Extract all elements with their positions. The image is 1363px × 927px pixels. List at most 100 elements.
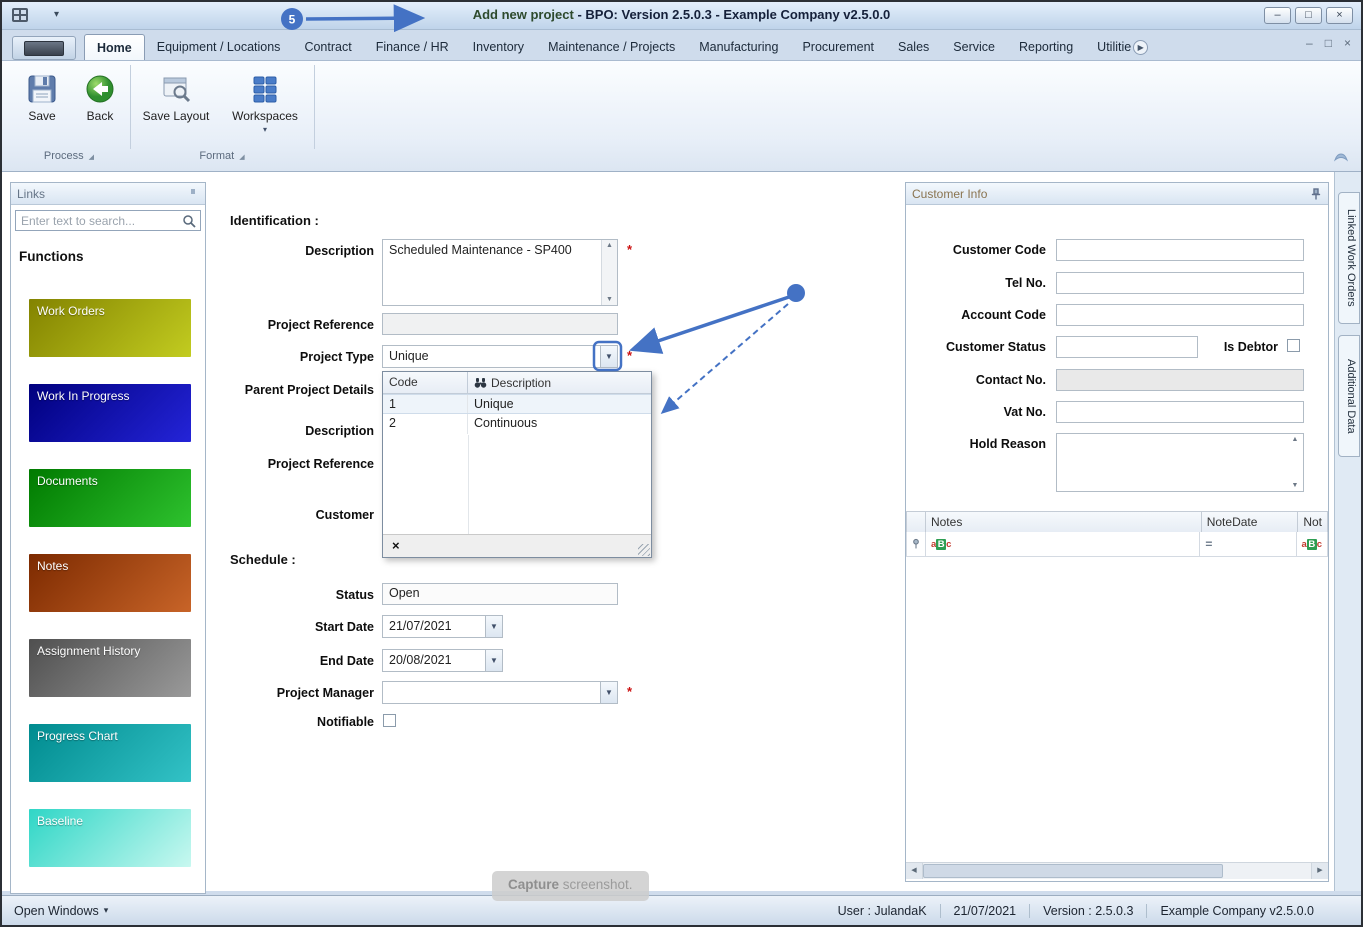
back-button[interactable]: Back [72,67,128,123]
tile-label: Work Orders [37,304,105,318]
tile-work-orders[interactable]: Work Orders [29,299,191,357]
row-description: Unique [474,397,514,411]
scroll-left-icon[interactable]: ◀ [906,863,923,879]
dropdown-close-icon[interactable]: × [392,538,400,553]
contact-no-field[interactable] [1056,369,1304,391]
close-button[interactable]: × [1326,7,1353,24]
save-layout-button[interactable]: Save Layout [142,67,210,123]
start-date-dropdown-button[interactable]: ▼ [485,616,502,637]
grid-col-notedate[interactable]: NoteDate [1201,511,1299,533]
tab-service[interactable]: Service [941,34,1007,60]
back-icon [86,75,114,103]
capture-bold: Capture [508,877,560,892]
filter-notes-cell[interactable]: aBc [926,532,1201,557]
save-button[interactable]: Save [14,67,70,123]
scroll-right-icon[interactable]: ▶ [1311,863,1328,879]
application-button[interactable] [12,36,76,60]
end-date-dropdown-button[interactable]: ▼ [485,650,502,671]
ribbon-close-icon[interactable]: × [1344,36,1351,50]
format-dialog-launcher-icon[interactable]: ◢ [239,154,244,161]
tab-sales[interactable]: Sales [886,34,941,60]
search-input[interactable] [16,213,182,228]
workspaces-button[interactable]: Workspaces ▾ [230,67,300,134]
project-type-dropdown-button[interactable]: ▼ [600,346,617,367]
tab-home[interactable]: Home [84,34,145,60]
contact-no-label: Contact No. [975,373,1046,387]
dropdown-col-description[interactable]: Description [468,372,651,393]
project-reference-field[interactable] [382,313,618,335]
customer-code-field[interactable] [1056,239,1304,261]
equals-filter-icon: = [1205,537,1213,551]
scroll-down-icon[interactable]: ▼ [602,296,617,303]
tab-equipment-locations[interactable]: Equipment / Locations [145,34,293,60]
tab-manufacturing[interactable]: Manufacturing [687,34,790,60]
pin-icon[interactable] [187,188,199,200]
filter-notedate-cell[interactable]: = [1200,532,1297,557]
tel-no-field[interactable] [1056,272,1304,294]
vat-no-field[interactable] [1056,401,1304,423]
dropdown-row-continuous[interactable]: 2 Continuous [383,414,651,434]
customer-label: Customer [315,508,374,522]
filter-not-cell[interactable]: aBc [1296,532,1328,557]
notes-grid-hscrollbar[interactable]: ◀ ▶ [906,862,1328,879]
minimize-button[interactable]: – [1264,7,1291,24]
tile-work-in-progress[interactable]: Work In Progress [29,384,191,442]
ribbon-minimize-icon[interactable]: – [1306,36,1313,50]
description-field[interactable]: Scheduled Maintenance - SP400 ▲ ▼ [382,239,618,306]
ribbon-collapse-icon[interactable] [1333,152,1349,162]
grid-col-not[interactable]: Not [1298,511,1328,533]
project-type-combo[interactable]: Unique ▼ [382,345,618,368]
hscroll-thumb[interactable] [923,864,1223,878]
parent-description-label: Description [305,424,374,438]
is-debtor-checkbox[interactable] [1287,339,1300,352]
dropdown-resize-grip[interactable] [638,544,650,556]
tile-assignment-history[interactable]: Assignment History [29,639,191,697]
dropdown-col-code[interactable]: Code [383,372,468,393]
links-panel: Links Functions Work Orders Work In Prog… [10,182,206,894]
workspaces-dropdown-icon[interactable]: ▾ [263,125,267,134]
scroll-up-icon[interactable]: ▲ [602,242,617,249]
customer-status-field[interactable] [1056,336,1198,358]
hold-reason-field[interactable]: ▲ ▼ [1056,433,1304,492]
tab-linked-work-orders[interactable]: Linked Work Orders [1338,192,1360,324]
grid-col-notes[interactable]: Notes [925,511,1202,533]
project-type-dropdown-panel: Code Description 1 Unique 2 Continuous × [382,371,652,558]
capture-screenshot-overlay: Capture screenshot. [492,871,649,901]
tab-additional-data[interactable]: Additional Data [1338,335,1360,457]
tab-reporting[interactable]: Reporting [1007,34,1085,60]
tab-scroll-right-icon[interactable]: ▶ [1133,40,1149,55]
hscroll-track[interactable] [1223,863,1311,879]
tile-baseline[interactable]: Baseline [29,809,191,867]
end-date-picker[interactable]: 20/08/2021 ▼ [382,649,503,672]
project-reference-label: Project Reference [267,318,374,332]
process-dialog-launcher-icon[interactable]: ◢ [89,154,94,161]
ribbon-restore-icon[interactable]: □ [1325,36,1332,50]
project-manager-combo[interactable]: ▼ [382,681,618,704]
start-date-picker[interactable]: 21/07/2021 ▼ [382,615,503,638]
tab-procurement[interactable]: Procurement [790,34,886,60]
tile-notes[interactable]: Notes [29,554,191,612]
project-manager-dropdown-button[interactable]: ▼ [600,682,617,703]
workspaces-label: Workspaces [232,109,298,123]
hold-reason-label: Hold Reason [969,437,1046,451]
maximize-button[interactable]: □ [1295,7,1322,24]
tile-documents[interactable]: Documents [29,469,191,527]
status-field[interactable]: Open [382,583,618,605]
pin-icon[interactable] [1310,187,1322,200]
hold-reason-scrollbar[interactable]: ▲ ▼ [1287,434,1303,491]
tab-contract[interactable]: Contract [292,34,363,60]
tab-utilities[interactable]: Utilitie [1085,34,1133,60]
tab-maintenance-projects[interactable]: Maintenance / Projects [536,34,687,60]
dropdown-row-unique[interactable]: 1 Unique [383,394,651,414]
scroll-down-icon[interactable]: ▼ [1287,482,1303,489]
tab-inventory[interactable]: Inventory [461,34,536,60]
tab-finance-hr[interactable]: Finance / HR [364,34,461,60]
notifiable-checkbox[interactable] [383,714,396,727]
open-windows-button[interactable]: Open Windows ▾ [14,904,108,918]
tile-progress-chart[interactable]: Progress Chart [29,724,191,782]
description-scrollbar[interactable]: ▲ ▼ [601,240,617,305]
scroll-up-icon[interactable]: ▲ [1287,436,1303,443]
account-code-field[interactable] [1056,304,1304,326]
filter-pin-icon [913,538,919,549]
search-icon[interactable] [182,214,196,228]
